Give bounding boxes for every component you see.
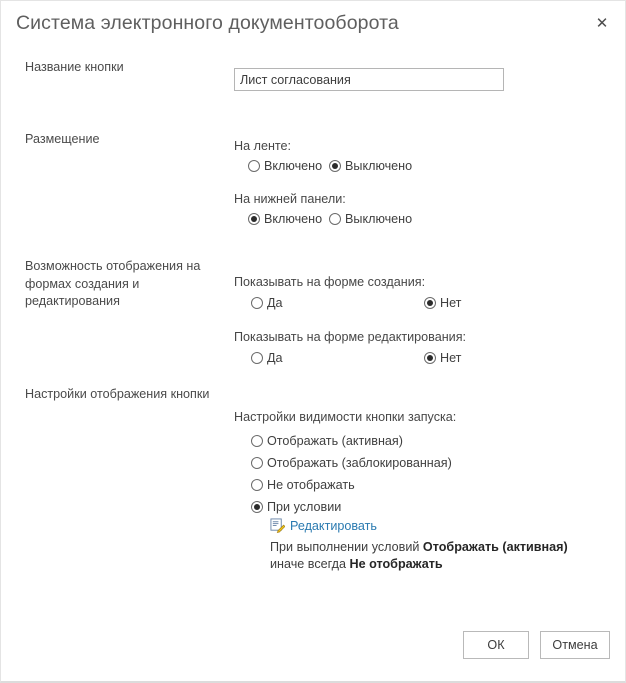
edit-condition-row[interactable]: Редактировать: [270, 518, 614, 533]
radio-dot-icon: [251, 352, 263, 364]
dialog-title: Система электронного документооборота: [16, 12, 399, 34]
radio-ribbon-on-label: Включено: [264, 159, 323, 173]
radio-create-yes-label: Да: [267, 296, 283, 310]
radio-bottom-off[interactable]: Выключено: [329, 212, 412, 226]
radio-dot-icon: [329, 213, 341, 225]
radio-bottom-on[interactable]: Включено: [248, 212, 322, 226]
radio-edit-no[interactable]: Нет: [424, 351, 461, 365]
radio-show-active-label: Отображать (активная): [267, 434, 403, 448]
dialog-footer: ОК Отмена: [1, 631, 625, 661]
radio-show-disabled-label: Отображать (заблокированная): [267, 456, 452, 470]
radio-conditional[interactable]: При условии: [251, 500, 614, 514]
radio-create-no[interactable]: Нет: [424, 296, 461, 310]
create-form-radio-group: Да Нет: [234, 296, 614, 318]
radio-ribbon-off[interactable]: Выключено: [329, 159, 412, 173]
radio-edit-yes[interactable]: Да: [251, 351, 283, 365]
dialog-titlebar: Система электронного документооборота ✕: [1, 1, 625, 46]
radio-ribbon-off-label: Выключено: [345, 159, 413, 173]
condition-summary: При выполнении условий Отображать (актив…: [270, 539, 610, 573]
radio-edit-yes-label: Да: [267, 351, 283, 365]
condition-summary-else: Не отображать: [349, 557, 443, 571]
radio-dot-icon: [251, 435, 263, 447]
radio-create-no-label: Нет: [440, 296, 462, 310]
edit-form-sub-label: Показывать на форме редактирования:: [234, 330, 467, 344]
edit-document-icon: [270, 518, 285, 533]
bottom-panel-radio-group: Включено Выключено: [234, 212, 614, 234]
radio-hide[interactable]: Не отображать: [251, 478, 614, 492]
ribbon-radio-group: Включено Выключено: [234, 159, 614, 181]
edit-condition-link[interactable]: Редактировать: [290, 519, 377, 533]
radio-create-yes[interactable]: Да: [251, 296, 283, 310]
section-button-display-label: Настройки отображения кнопки: [25, 387, 210, 401]
section-placement-label: Размещение: [25, 132, 100, 146]
condition-summary-prefix: При выполнении условий: [270, 540, 423, 554]
radio-dot-icon: [424, 352, 436, 364]
forms-visibility-options: Показывать на форме создания: Да Нет Пок…: [234, 274, 614, 373]
close-icon[interactable]: ✕: [587, 9, 617, 37]
button-display-options: Настройки видимости кнопки запуска: Отоб…: [234, 409, 614, 573]
radio-dot-icon: [251, 297, 263, 309]
cancel-button[interactable]: Отмена: [540, 631, 610, 659]
settings-dialog: Система электронного документооборота ✕ …: [0, 0, 626, 683]
radio-dot-icon: [251, 479, 263, 491]
button-name-input[interactable]: [234, 68, 504, 91]
radio-dot-icon: [424, 297, 436, 309]
radio-edit-no-label: Нет: [440, 351, 462, 365]
visibility-radio-group: Отображать (активная) Отображать (заблок…: [251, 434, 614, 573]
condition-summary-middle: иначе всегда: [270, 557, 350, 571]
radio-bottom-off-label: Выключено: [345, 212, 413, 226]
visibility-sub-label: Настройки видимости кнопки запуска:: [234, 410, 457, 424]
section-button-name-label: Название кнопки: [25, 60, 124, 74]
create-form-sub-label: Показывать на форме создания:: [234, 275, 426, 289]
radio-ribbon-on[interactable]: Включено: [248, 159, 322, 173]
bottom-panel-sub-label: На нижней панели:: [234, 192, 346, 206]
ok-button[interactable]: ОК: [463, 631, 529, 659]
radio-hide-label: Не отображать: [267, 478, 355, 492]
radio-conditional-label: При условии: [267, 500, 342, 514]
radio-dot-icon: [248, 213, 260, 225]
radio-dot-icon: [329, 160, 341, 172]
radio-bottom-on-label: Включено: [264, 212, 323, 226]
condition-summary-then: Отображать (активная): [422, 540, 568, 554]
radio-show-active[interactable]: Отображать (активная): [251, 434, 614, 448]
edit-form-radio-group: Да Нет: [234, 351, 614, 373]
radio-show-disabled[interactable]: Отображать (заблокированная): [251, 456, 614, 470]
button-name-field-wrap: [234, 68, 614, 91]
radio-dot-icon: [251, 501, 263, 513]
placement-options: На ленте: Включено Выключено На нижней п…: [234, 138, 614, 234]
ribbon-sub-label: На ленте:: [234, 139, 292, 153]
section-forms-visibility-label: Возможность отображения на формах создан…: [25, 259, 201, 308]
radio-dot-icon: [248, 160, 260, 172]
radio-dot-icon: [251, 457, 263, 469]
